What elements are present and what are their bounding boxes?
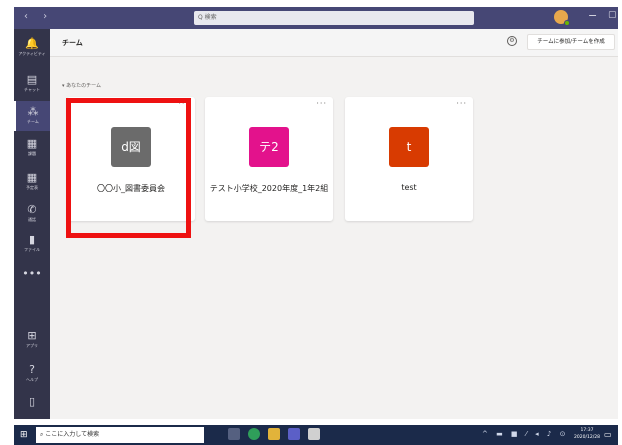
- help-icon: ?: [29, 363, 35, 376]
- calls-icon: ✆: [27, 203, 37, 216]
- appbar-files[interactable]: ▮ ファイル: [14, 229, 50, 259]
- appbar-label: チーム: [27, 119, 39, 124]
- appbar-chat[interactable]: ▤ チャット: [14, 69, 50, 99]
- notification-icon[interactable]: ▭: [604, 430, 612, 439]
- appbar-apps[interactable]: ⊞ アプリ: [14, 325, 50, 355]
- appbar-assignments[interactable]: ▦ 課題: [14, 133, 50, 163]
- clock[interactable]: 17:37 2020/12/28: [574, 427, 600, 441]
- nav-arrows[interactable]: ‹ ›: [24, 11, 53, 22]
- store-icon[interactable]: [308, 428, 320, 440]
- windows-start-icon[interactable]: ⊞: [20, 430, 28, 440]
- main-header: チーム ⚙ チームに参加/チームを作成: [50, 29, 618, 57]
- taskbar-search-placeholder: ここに入力して検索: [45, 431, 100, 438]
- appbar-label: 予定表: [26, 185, 38, 190]
- appbar-label: 通話: [28, 217, 36, 222]
- file-explorer-icon[interactable]: [268, 428, 280, 440]
- appbar-label: ヘルプ: [26, 377, 38, 382]
- calendar-icon: ▦: [26, 171, 38, 184]
- task-view-icon[interactable]: [228, 428, 240, 440]
- bell-icon: 🔔: [25, 37, 39, 50]
- appbar-label: アプリ: [26, 343, 38, 348]
- team-tile: テ2: [249, 127, 289, 167]
- teams-taskbar-icon[interactable]: [288, 428, 300, 440]
- appbar-label: 課題: [28, 151, 36, 156]
- more-icon: •••: [22, 267, 42, 280]
- device-icon: ▯: [28, 395, 36, 408]
- chat-icon: ▤: [26, 73, 38, 86]
- appbar-label: チャット: [24, 87, 40, 92]
- join-create-team-button[interactable]: チームに参加/チームを作成: [527, 34, 615, 50]
- team-card[interactable]: ··· テ2 テスト小学校_2020年度_1年2組: [205, 97, 333, 221]
- files-icon: ▮: [28, 233, 36, 246]
- app-bar: 🔔 アクティビティ ▤ チャット ⁂ チーム ▦ 課題 ▦ 予定表 ✆ 通話 ▮…: [14, 29, 50, 419]
- settings-icon[interactable]: ⚙: [507, 36, 517, 46]
- clock-date: 2020/12/28: [574, 435, 600, 440]
- presence-dot: [564, 20, 570, 26]
- system-tray[interactable]: ^ ▬ ■ ⁄ ◂ ♪ ⊙: [482, 430, 568, 438]
- more-options-icon[interactable]: ···: [316, 99, 327, 108]
- appbar-activity[interactable]: 🔔 アクティビティ: [14, 33, 50, 63]
- minimize-button[interactable]: −: [588, 9, 597, 22]
- edge-browser-icon[interactable]: [248, 428, 260, 440]
- maximize-button[interactable]: ▢: [608, 10, 617, 20]
- user-avatar[interactable]: [554, 10, 570, 26]
- assignments-icon: ▦: [26, 137, 38, 150]
- team-card[interactable]: ··· t test: [345, 97, 473, 221]
- teams-icon: ⁂: [27, 105, 39, 118]
- appbar-label: ファイル: [24, 247, 40, 252]
- clock-time: 17:37: [580, 428, 594, 433]
- appbar-more[interactable]: •••: [14, 263, 50, 293]
- section-label[interactable]: ▾ あなたのチーム: [62, 82, 101, 89]
- search-input[interactable]: Q 検索: [194, 11, 474, 25]
- highlight-box: [66, 98, 191, 238]
- apps-icon: ⊞: [27, 329, 37, 342]
- appbar-calendar[interactable]: ▦ 予定表: [14, 167, 50, 197]
- appbar-teams[interactable]: ⁂ チーム: [14, 101, 50, 131]
- appbar-help[interactable]: ? ヘルプ: [14, 359, 50, 389]
- more-options-icon[interactable]: ···: [456, 99, 467, 108]
- taskbar-search-input[interactable]: ⌕ ここに入力して検索: [36, 427, 204, 443]
- appbar-calls[interactable]: ✆ 通話: [14, 199, 50, 229]
- team-name: test: [401, 183, 417, 192]
- taskbar: ⊞ ⌕ ここに入力して検索 ^ ▬ ■ ⁄ ◂ ♪ ⊙ 17:37 2020/1…: [14, 425, 618, 445]
- team-name: テスト小学校_2020年度_1年2組: [209, 184, 329, 193]
- title-bar: ‹ › Q 検索 − ▢: [14, 7, 618, 29]
- appbar-label: アクティビティ: [18, 51, 46, 56]
- team-tile: t: [389, 127, 429, 167]
- appbar-device[interactable]: ▯: [14, 391, 50, 421]
- page-title: チーム: [62, 39, 83, 47]
